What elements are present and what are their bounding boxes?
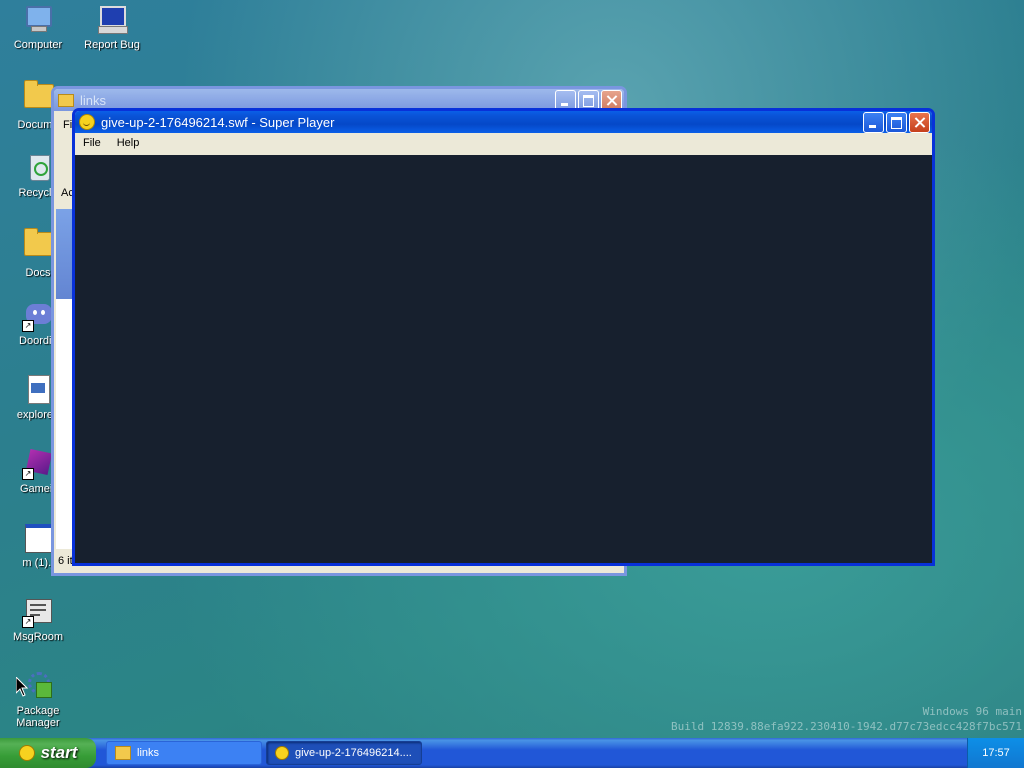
maximize-button[interactable]: [886, 111, 907, 133]
video-file-icon: [22, 374, 54, 406]
taskbar-item-label: links: [137, 747, 160, 759]
shortcut-arrow-icon: ↗: [22, 468, 34, 480]
cube-icon: ↗: [22, 448, 54, 480]
desktop-icon-msgroom[interactable]: ↗ MsgRoom: [2, 596, 74, 643]
desktop-icon-report-bug[interactable]: Report Bug: [76, 4, 148, 51]
folder-icon: [115, 746, 131, 760]
build-watermark-line2: Build 12839.88efa922.230410-1942.d77c73e…: [671, 720, 1022, 733]
clock-time: 17:57: [982, 747, 1010, 759]
desktop-icon-label: Computer: [13, 39, 63, 51]
taskbar-item-links[interactable]: links: [106, 741, 262, 765]
folder-icon: [22, 228, 54, 264]
window-title: give-up-2-176496214.swf - Super Player: [101, 114, 335, 130]
start-logo-icon: [18, 745, 35, 761]
desktop-icon-label: Package Manager: [16, 705, 60, 729]
start-button[interactable]: start: [0, 738, 96, 768]
links-content-area: [56, 299, 72, 549]
super-player-window[interactable]: give-up-2-176496214.swf - Super Player F…: [72, 108, 935, 566]
super-player-menubar: File Help: [75, 133, 932, 153]
recycle-bin-icon: [22, 152, 54, 184]
desktop-icon-label: Report Bug: [84, 39, 140, 51]
taskbar-item-super-player[interactable]: give-up-2-176496214....: [266, 741, 422, 765]
minimize-button[interactable]: [863, 111, 884, 133]
shortcut-arrow-icon: ↗: [22, 320, 34, 332]
shortcut-arrow-icon: ↗: [22, 616, 34, 628]
system-tray-clock[interactable]: 17:57: [967, 738, 1024, 768]
taskbar: start links give-up-2-176496214.... 17:5…: [0, 738, 1024, 768]
discord-icon: ↗: [22, 300, 54, 332]
desktop-icon-computer[interactable]: Computer: [2, 4, 74, 51]
links-sidebar-panel: [56, 209, 72, 299]
folder-icon: [58, 93, 74, 107]
window-file-icon: [22, 522, 54, 554]
taskbar-item-label: give-up-2-176496214....: [295, 747, 412, 759]
smiley-icon: [275, 746, 289, 760]
report-bug-icon: [96, 4, 128, 36]
links-status-bar: 6 it: [58, 555, 73, 567]
links-menu-fragment[interactable]: Fi: [63, 119, 72, 131]
desktop-icon-label: MsgRoom: [12, 631, 64, 643]
super-player-smiley-icon: [79, 114, 95, 130]
menu-file[interactable]: File: [75, 135, 109, 151]
mouse-cursor-icon: [15, 675, 29, 700]
super-player-titlebar[interactable]: give-up-2-176496214.swf - Super Player: [75, 111, 932, 133]
documents-folder-icon: [22, 80, 54, 116]
computer-icon: [22, 4, 54, 36]
swf-player-canvas[interactable]: [75, 155, 932, 563]
build-watermark-line1: Windows 96 main: [922, 705, 1022, 718]
start-label: start: [40, 743, 78, 762]
close-button[interactable]: [909, 111, 930, 133]
menu-help[interactable]: Help: [109, 135, 148, 151]
msgroom-icon: ↗: [22, 596, 54, 628]
desktop-icon-package-manager[interactable]: Package Manager: [2, 670, 74, 729]
window-title: links: [80, 92, 107, 108]
